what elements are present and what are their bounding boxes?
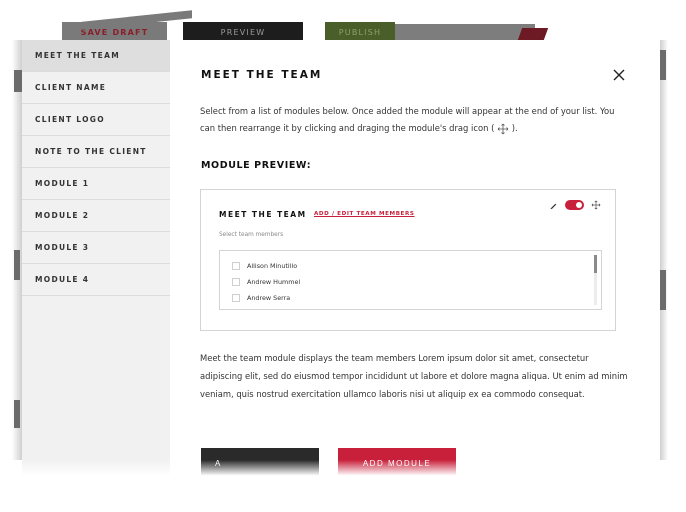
card-tools (549, 199, 601, 211)
close-icon (613, 69, 625, 81)
drag-handle[interactable] (591, 200, 601, 210)
save-draft-button[interactable]: SAVE DRAFT (62, 22, 167, 40)
member-name: Andrew Serra (247, 294, 291, 302)
sidebar-item-note-to-client[interactable]: NOTE TO THE CLIENT (22, 136, 170, 168)
torn-edge-chip (660, 50, 666, 80)
intro-text: Select from a list of modules below. Onc… (200, 103, 630, 137)
torn-edge-shadow (660, 40, 668, 460)
intro-text-part2: ). (511, 123, 518, 133)
add-edit-team-members-link[interactable]: ADD / EDIT TEAM MEMBERS (314, 211, 415, 217)
torn-edge-chip (14, 250, 20, 280)
member-name: Andrew Hummel (247, 278, 301, 286)
sidebar-item-module-1[interactable]: MODULE 1 (22, 168, 170, 200)
pencil-icon (550, 203, 557, 209)
module-detail-panel: MEET THE TEAM Select from a list of modu… (170, 40, 660, 480)
member-checkbox[interactable] (232, 278, 240, 286)
module-sidebar: MEET THE TEAM CLIENT NAME CLIENT LOGO NO… (22, 40, 170, 480)
panel-title: MEET THE TEAM (201, 69, 323, 81)
torn-edge-chip (14, 400, 20, 428)
member-checkbox[interactable] (232, 262, 240, 270)
sidebar-item-meet-the-team[interactable]: MEET THE TEAM (22, 40, 170, 72)
card-title: MEET THE TEAM (219, 210, 307, 219)
intro-text-part1: Select from a list of modules below. Onc… (200, 106, 615, 133)
drag-icon (497, 123, 509, 135)
scrollbar-thumb[interactable] (594, 255, 597, 273)
close-button[interactable] (612, 67, 626, 81)
module-preview-heading: MODULE PREVIEW: (201, 160, 312, 171)
list-item[interactable]: Andrew Hummel (220, 274, 601, 290)
member-checkbox[interactable] (232, 294, 240, 302)
module-preview-card: MEET THE TEAM ADD / EDIT TEAM MEMBERS Se… (200, 189, 616, 331)
top-action-bar: SAVE DRAFT PREVIEW PUBLISH (0, 0, 686, 40)
preview-button[interactable]: PREVIEW (183, 22, 303, 40)
torn-edge-chip (14, 70, 22, 92)
publish-button[interactable]: PUBLISH (325, 22, 395, 40)
torn-edge-chip (660, 270, 666, 310)
drag-icon (591, 200, 601, 210)
torn-edge-decoration (395, 24, 535, 40)
torn-edge-bottom (0, 460, 686, 512)
sidebar-item-client-name[interactable]: CLIENT NAME (22, 72, 170, 104)
team-member-list: Allison Minutillo Andrew Hummel Andrew S… (219, 250, 602, 310)
member-name: Allison Minutillo (247, 262, 298, 270)
edit-button[interactable] (549, 201, 558, 210)
sidebar-item-module-3[interactable]: MODULE 3 (22, 232, 170, 264)
torn-edge-decoration (517, 28, 549, 40)
sidebar-item-module-2[interactable]: MODULE 2 (22, 200, 170, 232)
sidebar-item-module-4[interactable]: MODULE 4 (22, 264, 170, 296)
select-team-members-label: Select team members (219, 232, 284, 238)
module-visibility-toggle[interactable] (565, 200, 584, 210)
module-description: Meet the team module displays the team m… (200, 353, 628, 399)
sidebar-item-client-logo[interactable]: CLIENT LOGO (22, 104, 170, 136)
list-item[interactable]: Allison Minutillo (220, 258, 601, 274)
list-item[interactable]: Andrew Serra (220, 290, 601, 306)
